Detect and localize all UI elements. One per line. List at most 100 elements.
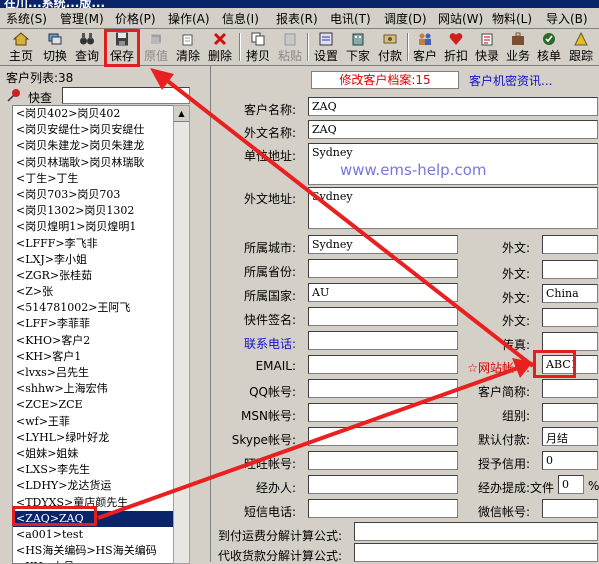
customer-list-item[interactable]: <岗贝703>岗贝703 [13,187,173,203]
customer-list-item[interactable]: <wf>王菲 [13,414,173,430]
verify-button[interactable]: 核单 [534,31,564,63]
email-input[interactable] [308,355,458,374]
customer-list-item[interactable]: <lvxs>吕先生 [13,365,173,381]
scroll-up-arrow[interactable]: ▲ [174,106,189,122]
customer-list-item[interactable]: <LDHY>龙达货运 [13,478,173,494]
delete-button[interactable]: 删除 [205,31,235,63]
customer-list-item[interactable]: <shhw>上海宏伟 [13,381,173,397]
city-input[interactable]: Sydney [308,235,458,254]
customer-list-item[interactable]: <HS海关编码>HS海关编码 [13,543,173,559]
customer-list-item[interactable]: <LYHL>绿叶好龙 [13,430,173,446]
toolbar-separator [407,33,409,61]
red-x-icon [213,32,227,46]
menu-website[interactable]: 网站(W) [438,10,483,27]
signature-foreign-input[interactable] [542,308,598,327]
signature-label: 快件签名: [243,313,296,327]
signature-input[interactable] [308,307,458,326]
commission-unit: % [588,479,599,493]
wechat-label: 微信帐号: [477,505,530,519]
short-name-input[interactable] [542,379,598,398]
wechat-input[interactable] [542,499,598,518]
customer-list-item[interactable]: <a001>test [13,527,173,543]
query-button[interactable]: 查询 [72,31,102,63]
group-input[interactable] [542,403,598,422]
skype-input[interactable] [308,427,458,446]
settings-button[interactable]: 设置 [311,31,341,63]
freight-formula-input[interactable] [354,522,598,541]
customer-list-item[interactable]: <KHO>客户2 [13,333,173,349]
menu-report[interactable]: 报表(R) [276,10,318,27]
customer-list-item[interactable]: <514781002>王阿飞 [13,300,173,316]
home-button[interactable]: 主页 [6,31,36,63]
copy-button[interactable]: 拷贝 [243,31,273,63]
qq-label: QQ帐号: [249,385,296,399]
customer-list-item[interactable]: <LFFF>李飞非 [13,236,173,252]
contact-phone-input[interactable] [308,331,458,350]
customer-list-item[interactable]: <岗贝林瑞耿>岗贝林瑞耿 [13,155,173,171]
customer-list-item[interactable]: <姐妹>姐妹 [13,446,173,462]
foreign-name-input[interactable]: ZAQ [308,120,598,139]
menu-import[interactable]: 导入(B) [546,10,588,27]
credit-input[interactable]: 0 [542,451,598,470]
sms-input[interactable] [308,499,458,518]
province-input[interactable] [308,259,458,278]
menu-system[interactable]: 系统(S) [6,10,47,27]
customer-list-item[interactable]: <岗贝安缇仕>岗贝安缇仕 [13,122,173,138]
express-button[interactable]: 快录 [472,31,502,63]
clear-button[interactable]: 清除 [173,31,203,63]
manager-input[interactable] [308,475,458,494]
customer-list-item[interactable]: <ZCE>ZCE [13,397,173,413]
menu-manage[interactable]: 管理(M) [60,10,104,27]
cod-formula-input[interactable] [354,543,598,562]
customer-list-item[interactable]: <ZGR>张桂茹 [13,268,173,284]
customer-button[interactable]: 客户 [410,31,440,63]
city-foreign-input[interactable] [542,235,598,254]
default-payment-select[interactable]: 月结 [542,427,598,446]
quick-search-input[interactable] [62,87,190,104]
customer-list-item[interactable]: <LXS>李先生 [13,462,173,478]
next-home-button[interactable]: 下家 [343,31,373,63]
paste-button[interactable]: 粘贴 [275,31,305,63]
switch-button[interactable]: 切换 [40,31,70,63]
secret-info-link[interactable]: 客户机密资讯... [469,72,552,89]
foreign-name-label: 外文名称: [243,126,296,140]
payment-button[interactable]: 付款 [375,31,405,63]
country-foreign-label: 外文: [501,291,530,305]
customer-list-item[interactable]: <LFF>李菲菲 [13,316,173,332]
msn-input[interactable] [308,403,458,422]
country-input[interactable]: AU [308,283,458,302]
menu-operate[interactable]: 操作(A) [168,10,210,27]
country-foreign-input[interactable]: China [542,284,598,303]
province-foreign-input[interactable] [542,260,598,279]
revert-button[interactable]: 原值 [141,31,171,63]
business-button[interactable]: 业务 [503,31,533,63]
name-input[interactable]: ZAQ [308,97,598,116]
customer-list-item[interactable]: <岗贝煌明1>岗贝煌明1 [13,219,173,235]
business-icon [512,32,524,45]
sms-label: 短信电话: [243,505,296,519]
menu-telecom[interactable]: 电讯(T) [330,10,371,27]
commission-input[interactable]: 0 [558,475,584,494]
menu-material[interactable]: 物料(L) [492,10,532,27]
wangwang-input[interactable] [308,451,458,470]
menu-dispatch[interactable]: 调度(D) [384,10,427,27]
menu-info[interactable]: 信息(I) [222,10,259,27]
customer-list-item[interactable]: <岗贝朱建龙>岗贝朱建龙 [13,138,173,154]
discount-button[interactable]: 折扣 [441,31,471,63]
foreign-address-input[interactable]: Sydney [308,187,598,229]
customer-list-item[interactable]: <Z>张 [13,284,173,300]
customer-list[interactable]: <岗贝402>岗贝402 <岗贝安缇仕>岗贝安缇仕 <岗贝朱建龙>岗贝朱建龙 <岗贝林… [12,105,174,564]
customer-list-item[interactable]: <KH>客户1 [13,349,173,365]
cod-formula-label: 代收货款分解计算公式: [218,549,343,563]
customer-list-scrollbar[interactable]: ▲ [173,105,190,564]
group-label: 组别: [501,409,530,423]
customer-list-item[interactable]: <LXJ>李小姐 [13,252,173,268]
track-button[interactable]: 跟踪 [566,31,596,63]
qq-input[interactable] [308,379,458,398]
menu-price[interactable]: 价格(P) [115,10,156,27]
customer-list-item[interactable]: <岗贝402>岗贝402 [13,106,173,122]
customer-list-item[interactable]: <岗贝1302>岗贝1302 [13,203,173,219]
customer-list-item[interactable]: <丁生>丁生 [13,171,173,187]
site-account-highlight-box [533,350,576,378]
fax-input[interactable] [542,332,598,351]
